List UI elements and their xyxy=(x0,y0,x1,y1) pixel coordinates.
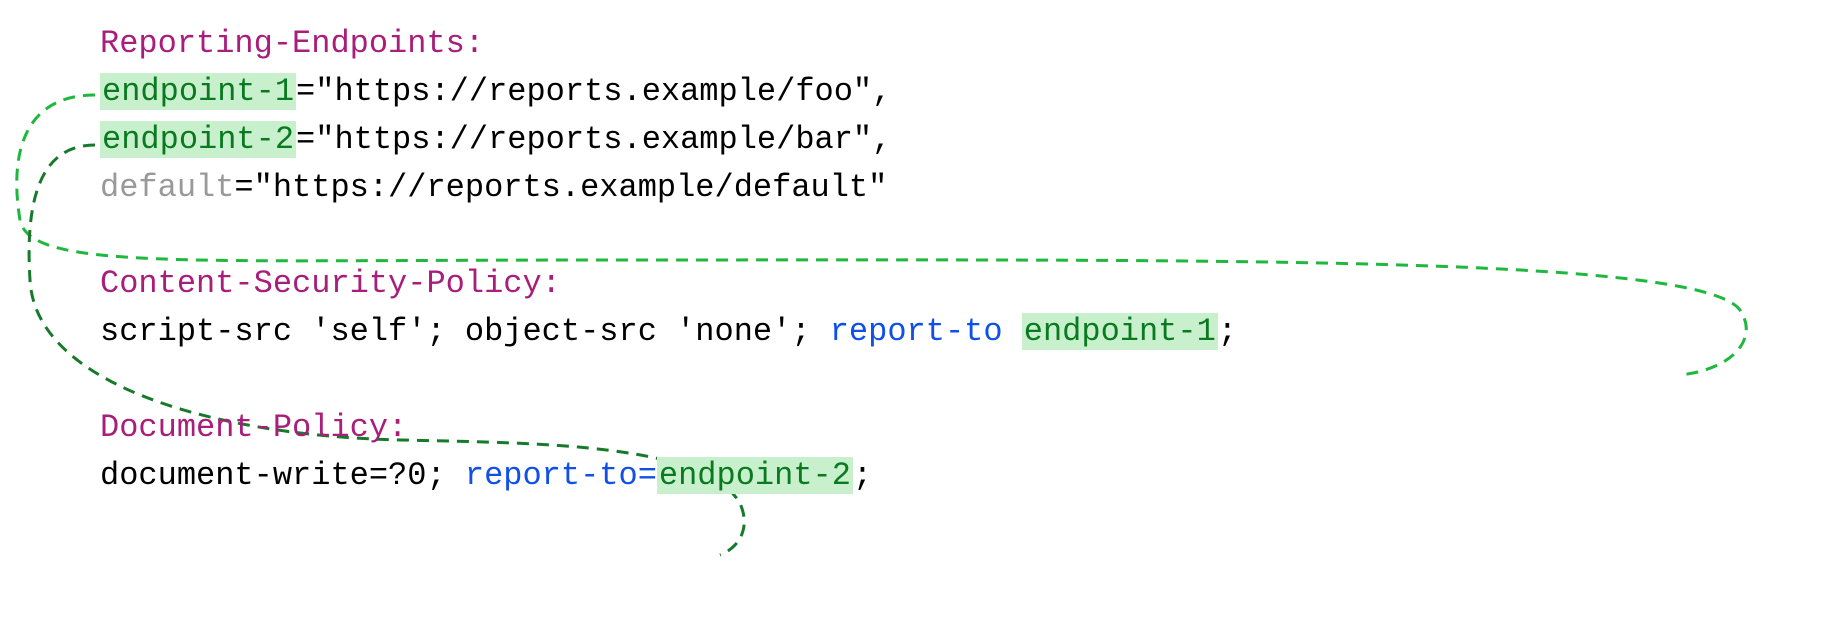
docpolicy-directives: document-write=?0; xyxy=(100,457,465,494)
endpoint-1-url: "https://reports.example/foo" xyxy=(315,73,872,110)
csp-endpoint-ref: endpoint-1 xyxy=(1022,313,1218,350)
docpolicy-directive-line: document-write=?0; report-to=endpoint-2; xyxy=(100,452,1824,500)
csp-terminator: ; xyxy=(1218,313,1237,350)
csp-header-name: Content-Security-Policy: xyxy=(100,265,561,302)
docpolicy-report-to-keyword: report-to= xyxy=(465,457,657,494)
equals-3: = xyxy=(234,169,253,206)
endpoint-line-3: default="https://reports.example/default… xyxy=(100,164,1824,212)
endpoint-2-suffix: , xyxy=(872,121,891,158)
docpolicy-endpoint-ref: endpoint-2 xyxy=(657,457,853,494)
endpoint-1-name: endpoint-1 xyxy=(100,73,296,110)
endpoint-2-url: "https://reports.example/bar" xyxy=(315,121,872,158)
endpoint-line-2: endpoint-2="https://reports.example/bar"… xyxy=(100,116,1824,164)
docpolicy-header-name: Document-Policy: xyxy=(100,409,407,446)
docpolicy-block: Document-Policy: document-write=?0; repo… xyxy=(100,404,1824,500)
docpolicy-terminator: ; xyxy=(853,457,872,494)
reporting-endpoints-header: Reporting-Endpoints: xyxy=(100,20,1824,68)
equals-2: = xyxy=(296,121,315,158)
endpoint-line-1: endpoint-1="https://reports.example/foo"… xyxy=(100,68,1824,116)
csp-directive-line: script-src 'self'; object-src 'none'; re… xyxy=(100,308,1824,356)
endpoint-default-url: "https://reports.example/default" xyxy=(254,169,888,206)
code-content: Reporting-Endpoints: endpoint-1="https:/… xyxy=(100,20,1824,500)
endpoint-2-name: endpoint-2 xyxy=(100,121,296,158)
csp-report-to-keyword: report-to xyxy=(830,313,1003,350)
csp-space xyxy=(1003,313,1022,350)
csp-header: Content-Security-Policy: xyxy=(100,260,1824,308)
endpoint-default-name: default xyxy=(100,169,234,206)
csp-block: Content-Security-Policy: script-src 'sel… xyxy=(100,260,1824,356)
csp-directives: script-src 'self'; object-src 'none'; xyxy=(100,313,830,350)
docpolicy-header: Document-Policy: xyxy=(100,404,1824,452)
header-name: Reporting-Endpoints: xyxy=(100,25,484,62)
endpoint-1-suffix: , xyxy=(872,73,891,110)
equals-1: = xyxy=(296,73,315,110)
reporting-endpoints-block: Reporting-Endpoints: endpoint-1="https:/… xyxy=(100,20,1824,212)
